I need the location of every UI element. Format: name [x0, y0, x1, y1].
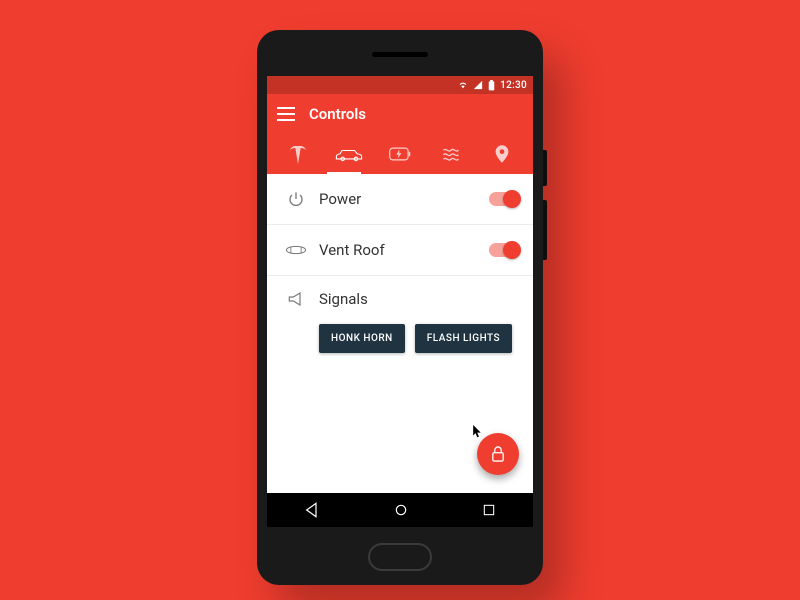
tab-indicator	[327, 172, 361, 174]
mouse-cursor	[473, 425, 485, 439]
car-icon	[335, 146, 363, 162]
screen: 12:30 Controls	[267, 76, 533, 527]
lock-icon	[490, 445, 506, 463]
phone-volume-button	[543, 200, 547, 260]
app-bar: Controls	[267, 94, 533, 134]
row-vent-roof: Vent Roof	[267, 225, 533, 276]
tesla-icon	[290, 144, 306, 164]
tab-climate[interactable]	[425, 134, 476, 174]
status-time: 12:30	[500, 80, 527, 91]
battery-icon	[488, 80, 495, 91]
signal-icon	[473, 80, 483, 90]
row-signals: Signals HONK HORN FLASH LIGHTS	[267, 276, 533, 367]
flash-lights-button[interactable]: FLASH LIGHTS	[415, 324, 512, 353]
nav-recent-icon[interactable]	[482, 503, 496, 517]
nav-home-icon[interactable]	[393, 502, 409, 518]
tab-charging[interactable]	[375, 134, 426, 174]
power-icon	[281, 191, 311, 207]
battery-charge-icon	[389, 147, 411, 161]
tab-controls[interactable]	[324, 134, 375, 174]
phone-home-button	[368, 543, 432, 571]
content: Power Vent Roof Signals HONK HORN	[267, 174, 533, 367]
honk-horn-button[interactable]: HONK HORN	[319, 324, 405, 353]
horn-icon	[281, 292, 311, 306]
climate-icon	[442, 147, 460, 161]
car-top-icon	[281, 244, 311, 256]
page-title: Controls	[309, 105, 366, 123]
tab-location[interactable]	[476, 134, 527, 174]
row-power-label: Power	[311, 190, 489, 208]
phone-speaker	[372, 52, 428, 57]
lock-fab[interactable]	[477, 433, 519, 475]
row-power: Power	[267, 174, 533, 225]
toggle-vent-roof[interactable]	[489, 243, 519, 257]
row-vent-roof-label: Vent Roof	[311, 241, 489, 259]
tab-bar	[267, 134, 533, 174]
phone-frame: 12:30 Controls	[257, 30, 543, 585]
nav-back-icon[interactable]	[304, 502, 320, 518]
status-bar: 12:30	[267, 76, 533, 94]
tab-home[interactable]	[273, 134, 324, 174]
location-pin-icon	[495, 145, 509, 163]
phone-power-button	[543, 150, 547, 186]
row-signals-label: Signals	[311, 290, 519, 308]
android-nav-bar	[267, 493, 533, 527]
wifi-icon	[458, 80, 468, 90]
toggle-power[interactable]	[489, 192, 519, 206]
hamburger-icon[interactable]	[277, 107, 295, 121]
